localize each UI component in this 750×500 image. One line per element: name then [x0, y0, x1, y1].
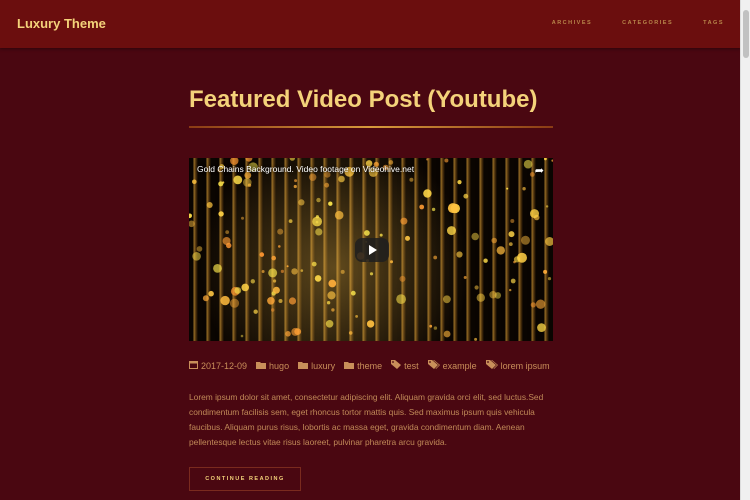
post-date: 2017-12-09 [189, 360, 247, 371]
nav-tags[interactable]: TAGS [703, 20, 724, 26]
category-label[interactable]: theme [357, 361, 382, 371]
folder-icon [344, 361, 355, 371]
calendar-icon [189, 360, 198, 371]
top-navbar: Luxury Theme ARCHIVES CATEGORIES TAGS [0, 0, 741, 48]
folder-icon [298, 361, 309, 371]
tags-icon [427, 360, 440, 371]
tag-icon [391, 360, 402, 371]
post-title[interactable]: Featured Video Post (Youtube) [189, 86, 537, 114]
main-nav: ARCHIVES CATEGORIES TAGS [552, 20, 724, 26]
post-date-value: 2017-12-09 [201, 360, 248, 371]
category-luxury[interactable]: luxury [298, 361, 335, 371]
tag-label[interactable]: lorem ipsum [501, 361, 550, 371]
post-excerpt: Lorem ipsum dolor sit amet, consectetur … [189, 392, 544, 447]
nav-archives[interactable]: ARCHIVES [552, 20, 592, 26]
video-title[interactable]: Gold Chains Background. Video footage on… [197, 164, 414, 174]
site-brand[interactable]: Luxury Theme [17, 16, 106, 31]
folder-icon [256, 361, 267, 371]
continue-reading-button[interactable]: CONTINUE READING [189, 467, 301, 491]
video-embed[interactable]: Gold Chains Background. Video footage on… [189, 158, 553, 341]
nav-categories[interactable]: CATEGORIES [622, 20, 673, 26]
share-icon[interactable]: ➦ [535, 164, 544, 177]
scrollbar-thumb[interactable] [743, 10, 749, 58]
tag-label[interactable]: test [404, 361, 419, 371]
post-meta: 2017-12-09 hugo luxury theme test exampl… [189, 360, 550, 371]
tags-icon [485, 360, 498, 371]
title-divider [189, 126, 553, 128]
tag-lorem-ipsum[interactable]: lorem ipsum [485, 360, 550, 371]
category-label[interactable]: luxury [311, 361, 335, 371]
category-hugo[interactable]: hugo [256, 361, 289, 371]
tag-label[interactable]: example [443, 361, 477, 371]
tag-test[interactable]: test [391, 360, 419, 371]
play-button[interactable] [355, 238, 389, 262]
page-scrollbar[interactable] [740, 0, 750, 500]
category-label[interactable]: hugo [269, 361, 289, 371]
category-theme[interactable]: theme [344, 361, 382, 371]
tag-example[interactable]: example [427, 360, 477, 371]
